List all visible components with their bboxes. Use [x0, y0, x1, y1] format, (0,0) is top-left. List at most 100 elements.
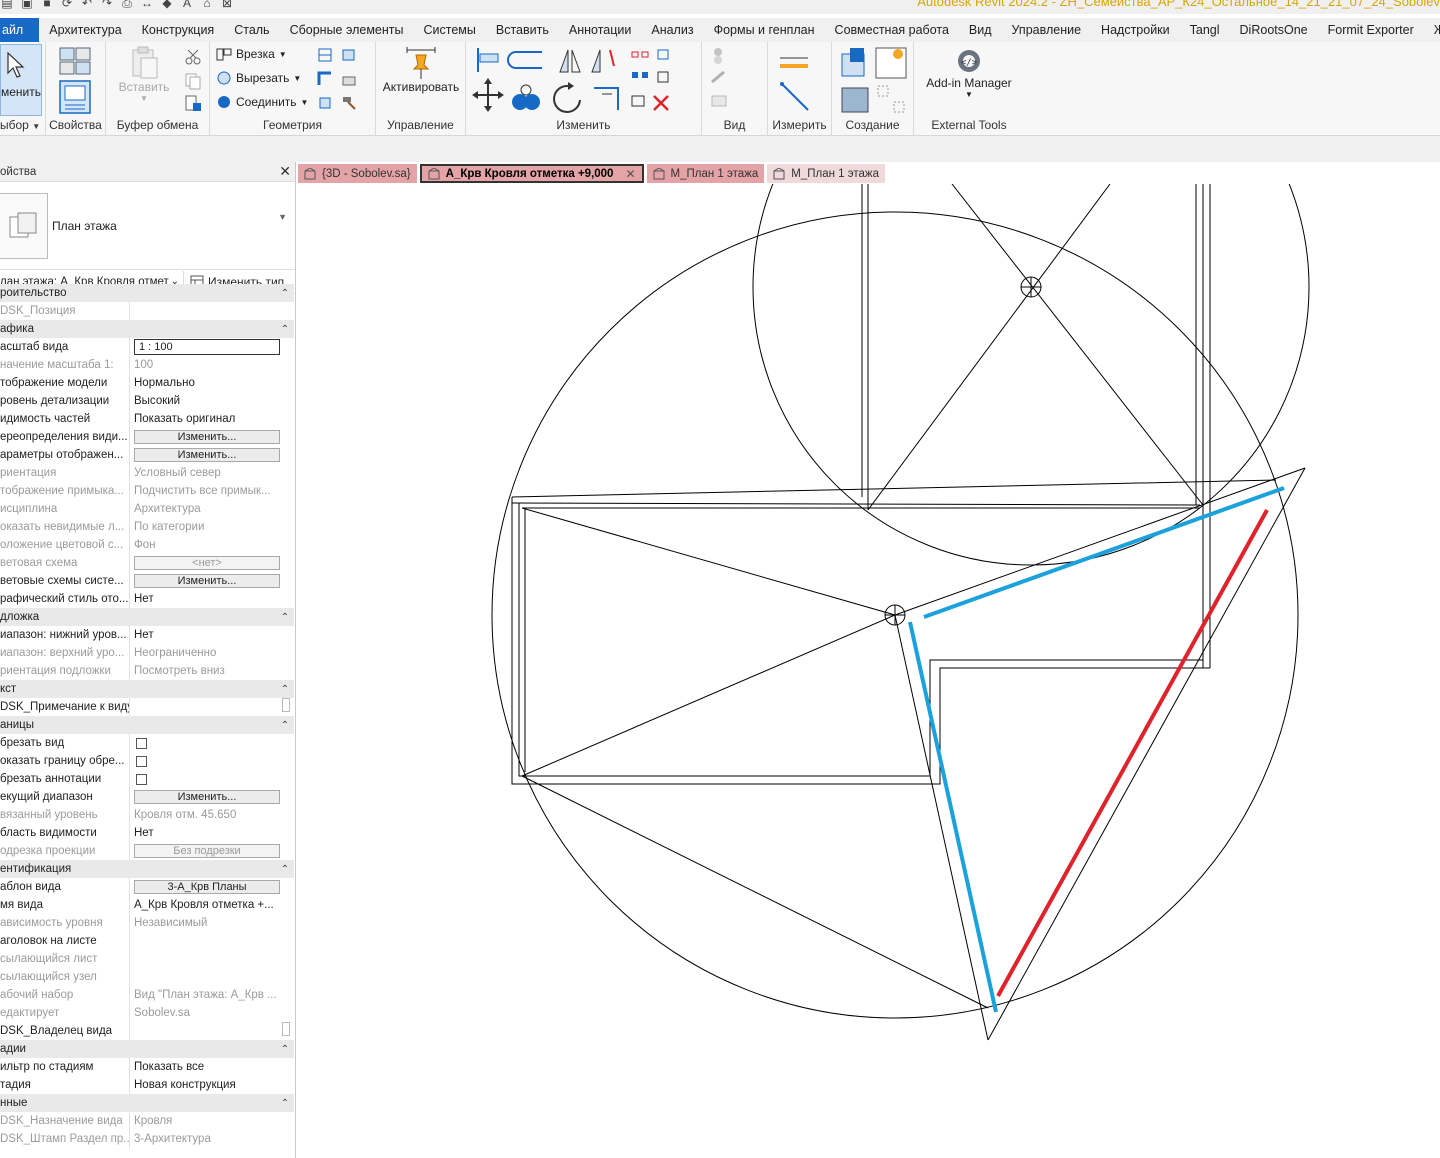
create-parts-icon[interactable] [875, 47, 907, 79]
floor-plan-drawing[interactable] [297, 184, 1440, 1158]
property-value[interactable]: <нет> [130, 554, 294, 572]
drawing-area[interactable] [297, 184, 1440, 1158]
addin-manager-button[interactable]: </> Add-in Manager ▼ [920, 46, 1018, 99]
ribbon-tab[interactable]: Вид [959, 18, 1002, 42]
text-icon[interactable]: A [180, 0, 194, 10]
modify-button[interactable]: менить [0, 44, 42, 116]
property-group[interactable]: афика ⌃ [0, 320, 294, 338]
copy-icon[interactable] [184, 72, 202, 90]
tag-icon[interactable]: ◆ [160, 0, 174, 10]
collapse-icon[interactable]: ⌃ [276, 1044, 294, 1055]
property-value[interactable]: 3-А_Крв Планы [130, 878, 294, 896]
trim-icon[interactable] [594, 87, 619, 110]
collapse-icon[interactable]: ⌃ [276, 324, 294, 335]
ribbon-tab[interactable]: Формы и генплан [704, 18, 825, 42]
create-group-icon[interactable] [841, 87, 869, 113]
cope-button[interactable]: Врезка ▼ [216, 46, 287, 62]
properties-icon[interactable] [58, 80, 94, 114]
property-value[interactable] [130, 698, 294, 716]
join-button[interactable]: Соединить ▼ [216, 94, 308, 110]
property-edit-button[interactable]: Изменить... [134, 448, 280, 462]
ribbon-tab[interactable]: Аннотации [559, 18, 641, 42]
split-icon[interactable] [631, 49, 669, 60]
ribbon-tab[interactable]: Архитектура [39, 18, 131, 42]
match-type-icon[interactable] [184, 94, 202, 112]
property-edit-button[interactable]: Изменить... [134, 790, 280, 804]
property-input[interactable]: 1 : 100 [134, 339, 280, 355]
property-group[interactable]: аницы ⌃ [0, 716, 294, 734]
mirror-draw-icon[interactable] [591, 49, 615, 73]
hide-element-icon[interactable] [714, 48, 722, 64]
property-text-field[interactable] [282, 698, 290, 712]
property-value[interactable] [130, 770, 294, 788]
measure-between-icon[interactable] [780, 57, 808, 68]
property-value[interactable]: Изменить... [130, 572, 294, 590]
view-tab[interactable]: {3D - Sobolev.sa} [298, 164, 417, 183]
property-group[interactable]: ентификация ⌃ [0, 860, 294, 878]
ribbon-tab[interactable]: Системы [414, 18, 486, 42]
ribbon-tab[interactable]: Надстройки [1091, 18, 1180, 42]
collapse-icon[interactable]: ⌃ [276, 684, 294, 695]
activate-button[interactable]: Активировать [382, 46, 460, 94]
rotate-icon[interactable] [553, 82, 581, 113]
ribbon-tab[interactable]: Конструкция [132, 18, 225, 42]
type-selector[interactable]: План этажа ▼ [0, 182, 295, 270]
property-value[interactable] [130, 734, 294, 752]
override-graphics-icon[interactable] [711, 70, 725, 84]
align-icon[interactable] [477, 48, 499, 72]
undo-icon[interactable]: ↶ [80, 0, 94, 10]
print-icon[interactable]: ⎙ [120, 0, 134, 10]
cut-icon[interactable] [184, 48, 202, 66]
ribbon-tab[interactable]: DiRootsOne [1230, 18, 1318, 42]
demolish-icon[interactable] [340, 70, 358, 88]
collapse-icon[interactable]: ⌃ [276, 864, 294, 875]
view-tab[interactable]: М_План 1 этажа [767, 164, 885, 183]
property-value[interactable]: Без подрезки [130, 842, 294, 860]
collapse-icon[interactable]: ⌃ [276, 720, 294, 731]
close-hidden-icon[interactable]: ⊠ [220, 0, 234, 10]
blue-line-top[interactable] [923, 486, 1285, 619]
property-group[interactable]: дложка ⌃ [0, 608, 294, 626]
array-icon[interactable] [632, 71, 669, 83]
offset-icon[interactable] [507, 51, 542, 69]
create-assembly-icon[interactable] [841, 48, 865, 77]
property-group[interactable]: кст ⌃ [0, 680, 294, 698]
split-face-icon[interactable] [316, 46, 334, 64]
property-value[interactable] [130, 752, 294, 770]
view-tab[interactable]: А_Крв Кровля отметка +9,000 ✕ [419, 164, 644, 183]
sync-icon[interactable]: ⟳ [60, 0, 74, 10]
property-group[interactable]: адии ⌃ [0, 1040, 294, 1058]
type-properties-icon[interactable] [58, 46, 94, 78]
ribbon-tab[interactable]: Вставить [486, 18, 559, 42]
ribbon-tab[interactable]: Анализ [641, 18, 703, 42]
property-edit-button[interactable]: 3-А_Крв Планы [134, 880, 280, 894]
property-text-field[interactable] [282, 1022, 290, 1036]
open-icon[interactable]: ▤ [0, 0, 14, 10]
property-value[interactable] [130, 1022, 294, 1040]
property-edit-button[interactable]: Без подрезки [134, 844, 280, 858]
hammer-icon[interactable] [340, 94, 358, 112]
paste-button[interactable]: Вставить ▼ [116, 46, 172, 103]
property-value[interactable]: 1 : 100 [130, 338, 294, 356]
open-folder-icon[interactable]: ▣ [20, 0, 34, 10]
cut-geometry-button[interactable]: Вырезать ▼ [216, 70, 301, 86]
close-icon[interactable]: ✕ [279, 163, 291, 180]
property-value[interactable]: Изменить... [130, 788, 294, 806]
collapse-icon[interactable]: ⌃ [276, 1098, 294, 1109]
property-value[interactable]: Изменить... [130, 428, 294, 446]
ribbon-tab[interactable]: Formit Exporter [1318, 18, 1424, 42]
paint-icon[interactable] [340, 46, 358, 64]
save-icon[interactable]: ■ [40, 0, 54, 10]
copy-element-icon[interactable] [512, 84, 540, 110]
aligned-dimension-icon[interactable] [780, 82, 809, 111]
mirror-axis-icon[interactable] [559, 49, 581, 73]
create-similar-icon[interactable] [877, 85, 905, 113]
property-edit-button[interactable]: Изменить... [134, 430, 280, 444]
ribbon-tab[interactable]: Сборные элементы [280, 18, 414, 42]
select-dropdown[interactable]: ыбор ▼ [0, 118, 45, 132]
property-checkbox[interactable] [136, 774, 147, 785]
property-checkbox[interactable] [136, 738, 147, 749]
property-group[interactable]: роительство ⌃ [0, 284, 294, 302]
collapse-icon[interactable]: ⌃ [276, 612, 294, 623]
remove-paint-icon[interactable] [316, 94, 334, 112]
